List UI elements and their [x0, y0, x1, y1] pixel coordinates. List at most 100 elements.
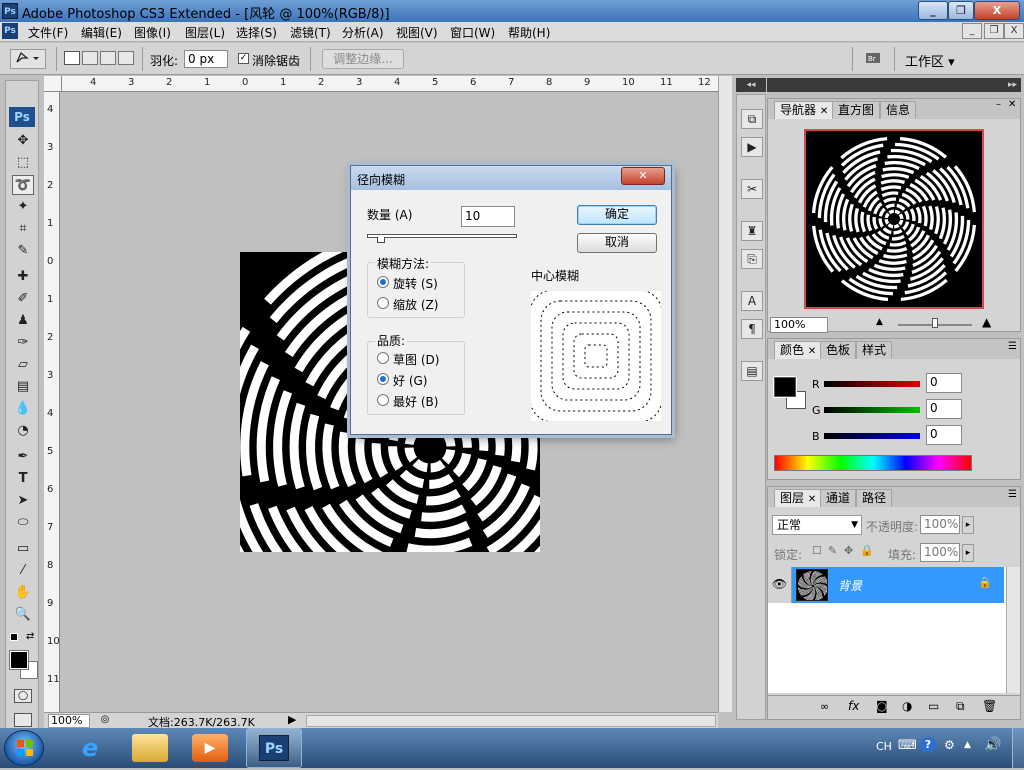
volume-icon[interactable]: 🔊	[984, 737, 1001, 753]
r-slider[interactable]	[824, 381, 920, 387]
history-brush-icon[interactable]: ✑	[12, 333, 34, 353]
layer-style-fx-icon[interactable]: fx	[848, 699, 859, 713]
layers-scrollbar[interactable]	[1006, 567, 1020, 693]
lock-pixels-icon[interactable]: ✎	[828, 544, 837, 557]
clone-stamp-icon[interactable]: ♟	[12, 311, 34, 331]
gradient-tool-icon[interactable]: ▤	[12, 377, 34, 397]
eraser-tool-icon[interactable]: ▱	[12, 355, 34, 375]
panel-minimize-icon[interactable]: –	[996, 99, 1001, 110]
keyboard-icon[interactable]: ⌨	[898, 738, 917, 753]
screen-mode-icon[interactable]	[14, 713, 32, 727]
eyedropper-tool-icon[interactable]: ⁄	[12, 561, 34, 581]
b-value-input[interactable]: 0	[926, 425, 962, 445]
workspace-menu[interactable]: 工作区 ▾	[905, 51, 955, 70]
photoshop-taskbar-button[interactable]: Ps	[246, 728, 302, 768]
slice-tool-icon[interactable]: ✎	[12, 241, 34, 261]
explorer-taskbar-icon[interactable]	[132, 734, 168, 762]
magic-wand-tool-icon[interactable]: ✦	[12, 197, 34, 217]
b-slider[interactable]	[824, 433, 920, 439]
panel-dock-header[interactable]: ▸▸	[767, 78, 1021, 92]
fill-input[interactable]: 100%	[920, 543, 960, 562]
method-zoom-label[interactable]: 缩放 (Z)	[393, 296, 438, 313]
new-selection-icon[interactable]	[64, 51, 80, 65]
subtract-selection-icon[interactable]	[100, 51, 116, 65]
character-panel-icon[interactable]: A	[741, 291, 763, 311]
r-value-input[interactable]: 0	[926, 373, 962, 393]
delete-layer-icon[interactable]: 🗑	[982, 699, 997, 713]
tab-navigator[interactable]: 导航器 ✕	[774, 101, 835, 119]
hand-tool-icon[interactable]: ✋	[12, 583, 34, 603]
layers-panel-menu-icon[interactable]: ☰	[1008, 489, 1017, 500]
tab-layers[interactable]: 图层 ✕	[774, 489, 823, 507]
horizontal-scrollbar[interactable]	[306, 715, 716, 727]
doc-close-button[interactable]: X	[1004, 23, 1024, 39]
tab-info[interactable]: 信息	[880, 101, 917, 119]
add-selection-icon[interactable]	[82, 51, 98, 65]
fill-arrow-icon[interactable]: ▸	[962, 544, 974, 562]
help-icon[interactable]: ?	[920, 737, 936, 753]
move-tool-icon[interactable]: ✥	[12, 131, 34, 151]
dodge-tool-icon[interactable]: ◔	[12, 421, 34, 441]
quality-best-label[interactable]: 最好 (B)	[393, 393, 438, 410]
zoom-tool-icon[interactable]: 🔍	[12, 605, 34, 625]
blend-mode-select[interactable]: 正常 ▼	[772, 515, 862, 535]
g-value-input[interactable]: 0	[926, 399, 962, 419]
zoom-out-icon[interactable]: ▲	[876, 317, 883, 327]
close-button[interactable]: X	[974, 1, 1020, 20]
new-layer-icon[interactable]: ⧉	[956, 699, 965, 714]
healing-brush-icon[interactable]: ✚	[12, 267, 34, 287]
zoom-field[interactable]: 100%	[48, 714, 90, 728]
layer-comps-icon[interactable]: ▤	[741, 361, 763, 381]
navigator-zoom-field[interactable]: 100%	[770, 317, 828, 333]
feather-input[interactable]: 0 px	[184, 50, 228, 68]
menu-select[interactable]: 选择(S)	[236, 24, 277, 41]
zoom-in-icon[interactable]: ▲	[982, 315, 991, 329]
color-foreground-swatch[interactable]	[773, 376, 797, 398]
ruler-origin[interactable]	[44, 76, 62, 92]
intersect-selection-icon[interactable]	[118, 51, 134, 65]
default-colors-icon[interactable]	[10, 633, 18, 641]
lock-all-icon[interactable]: 🔒	[860, 544, 874, 557]
pen-tool-icon[interactable]: ✒	[12, 447, 34, 467]
quality-draft-radio[interactable]	[377, 352, 389, 364]
lock-position-icon[interactable]: ✥	[844, 544, 853, 557]
doc-restore-button[interactable]: ❐	[984, 23, 1004, 39]
tray-settings-icon[interactable]: ⚙	[944, 738, 955, 752]
layer-row-background[interactable]: 背景 🔒	[792, 567, 1004, 603]
new-group-icon[interactable]: ▭	[928, 699, 939, 713]
swap-colors-icon[interactable]: ⇄	[26, 631, 34, 642]
vertical-scrollbar[interactable]	[718, 76, 732, 712]
ie-taskbar-icon[interactable]: e	[70, 732, 110, 764]
start-button[interactable]	[4, 730, 44, 766]
menu-file[interactable]: 文件(F)	[28, 24, 68, 41]
menu-help[interactable]: 帮助(H)	[508, 24, 550, 41]
marquee-tool-icon[interactable]: ⬚	[12, 153, 34, 173]
antialias-checkbox[interactable]: ✓	[238, 53, 249, 64]
tab-swatches[interactable]: 色板	[820, 341, 857, 359]
tab-styles[interactable]: 样式	[856, 341, 893, 359]
actions-panel-icon[interactable]: ▶	[741, 137, 763, 157]
quality-good-label[interactable]: 好 (G)	[393, 372, 427, 389]
refine-edge-button[interactable]: 调整边缘...	[322, 49, 404, 69]
cancel-button[interactable]: 取消	[577, 233, 657, 253]
menu-view[interactable]: 视图(V)	[396, 24, 438, 41]
brushes-panel-icon[interactable]: ♜	[741, 221, 763, 241]
ok-button[interactable]: 确定	[577, 205, 657, 225]
quick-mask-icon[interactable]: ◯	[14, 689, 32, 703]
layer-name[interactable]: 背景	[838, 577, 862, 594]
bridge-icon[interactable]: Br	[862, 49, 886, 69]
history-panel-icon[interactable]: ⧉	[741, 109, 763, 129]
g-slider[interactable]	[824, 407, 920, 413]
link-layers-icon[interactable]: ∞	[820, 700, 829, 713]
tab-histogram[interactable]: 直方图	[832, 101, 881, 119]
menu-edit[interactable]: 编辑(E)	[81, 24, 122, 41]
path-selection-icon[interactable]: ➤	[12, 491, 34, 511]
tab-channels[interactable]: 通道	[820, 489, 857, 507]
lock-transparency-icon[interactable]: ☐	[812, 544, 822, 557]
lasso-tool-preset-icon[interactable]	[10, 49, 46, 69]
color-spectrum-bar[interactable]	[774, 455, 972, 471]
layer-visibility-eye-icon[interactable]: 👁	[768, 567, 792, 603]
opacity-input[interactable]: 100%	[920, 515, 960, 534]
doc-minimize-button[interactable]: _	[962, 23, 982, 39]
navigator-zoom-handle[interactable]	[932, 318, 938, 328]
